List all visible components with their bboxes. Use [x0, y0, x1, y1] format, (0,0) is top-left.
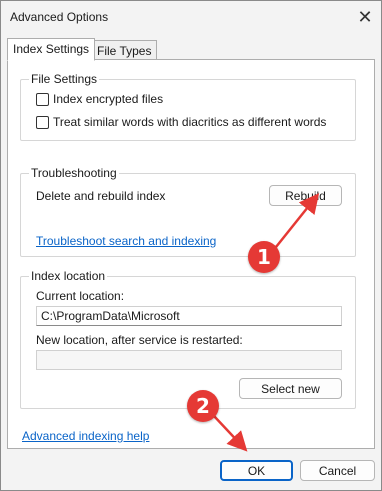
diacritics-option[interactable]: Treat similar words with diacritics as d… — [36, 115, 326, 129]
troubleshoot-link[interactable]: Troubleshoot search and indexing — [36, 234, 216, 248]
index-location-group: Index location Current location: C:\Prog… — [20, 269, 356, 409]
index-location-title: Index location — [29, 269, 108, 283]
close-icon[interactable]: ✕ — [351, 3, 379, 31]
diacritics-checkbox[interactable] — [36, 115, 49, 129]
step-marker-1: 1 — [248, 241, 280, 273]
ok-button[interactable]: OK — [220, 460, 293, 481]
diacritics-label: Treat similar words with diacritics as d… — [53, 115, 327, 129]
current-location-label: Current location: — [36, 289, 125, 303]
window-title: Advanced Options — [10, 10, 109, 24]
new-location-field[interactable] — [36, 350, 342, 370]
rebuild-button[interactable]: Rebuild — [269, 185, 342, 206]
file-settings-title: File Settings — [29, 72, 100, 86]
index-encrypted-label: Index encrypted files — [53, 92, 164, 106]
index-encrypted-option[interactable]: Index encrypted files — [36, 92, 163, 106]
troubleshooting-title: Troubleshooting — [29, 166, 119, 180]
troubleshooting-group: Troubleshooting Delete and rebuild index… — [20, 166, 356, 257]
advanced-help-link[interactable]: Advanced indexing help — [22, 429, 149, 443]
tab-index-settings[interactable]: Index Settings — [7, 38, 96, 61]
select-new-button[interactable]: Select new — [239, 378, 342, 399]
index-encrypted-checkbox[interactable] — [36, 92, 49, 106]
tab-file-types[interactable]: File Types — [91, 40, 158, 61]
new-location-label: New location, after service is restarted… — [36, 333, 243, 347]
title-bar: Advanced Options ✕ — [1, 1, 381, 33]
step-marker-2: 2 — [187, 390, 219, 422]
index-settings-panel: File Settings Index encrypted files Trea… — [7, 59, 375, 449]
cancel-button[interactable]: Cancel — [300, 460, 375, 481]
rebuild-description: Delete and rebuild index — [36, 189, 166, 203]
current-location-field[interactable]: C:\ProgramData\Microsoft — [36, 306, 342, 326]
file-settings-group: File Settings Index encrypted files Trea… — [20, 72, 356, 141]
